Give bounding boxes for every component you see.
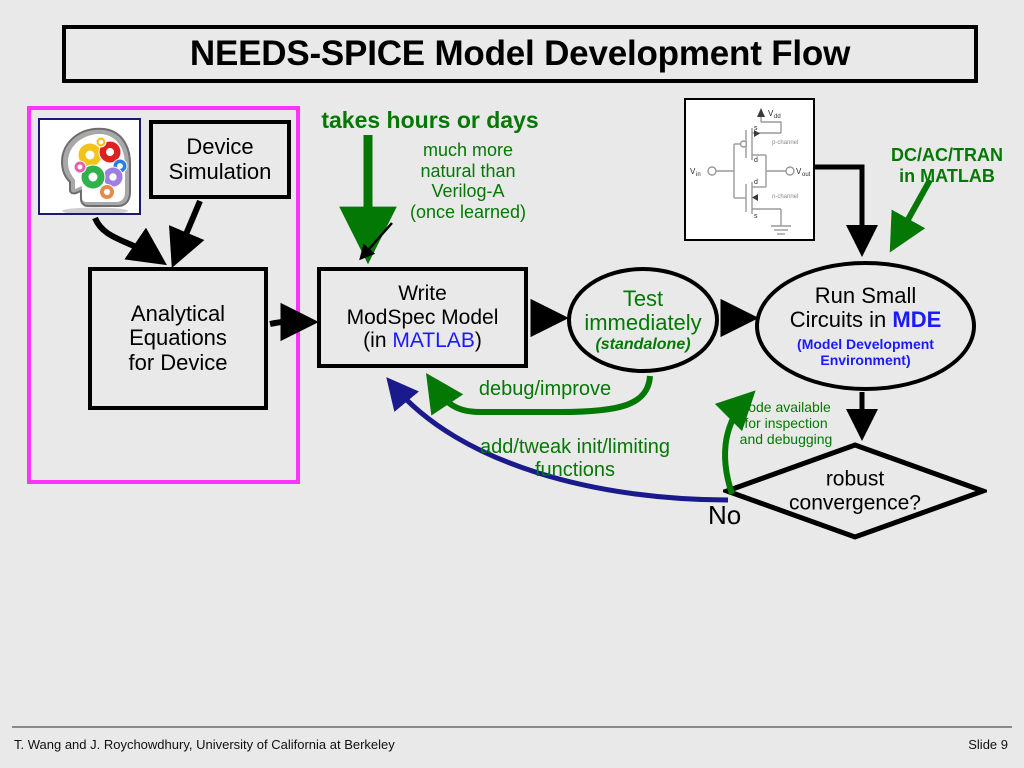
brain-gears-icon <box>40 120 139 213</box>
footer-divider <box>12 726 1012 728</box>
test-immediately-main: Test immediately <box>584 285 702 335</box>
slide-title-box: NEEDS-SPICE Model Development Flow <box>62 25 978 83</box>
circuit-label-s-bot: s <box>754 213 758 220</box>
node-analytical-equations-label: Analytical Equations for Device <box>128 300 228 376</box>
test-standalone-sub: (standalone) <box>595 335 691 353</box>
cmos-inverter-icon: V dd V in V out s d d s p-channel n-chan… <box>686 100 813 239</box>
annotation-add-tweak: add/tweak init/limiting functions <box>479 436 671 481</box>
analytical-line3: for Device <box>128 349 228 375</box>
footer-attribution: T. Wang and J. Roychowdhury, University … <box>14 737 395 752</box>
mde-line2-prefix: Circuits in <box>789 307 893 333</box>
circuit-label-pchannel: p-channel <box>772 140 798 146</box>
annotation-much-more-natural: much more natural than Verilog-A (once l… <box>409 140 527 222</box>
modspec-line3-suffix: ) <box>474 329 482 353</box>
modspec-matlab-highlight: MATLAB <box>392 329 475 353</box>
mde-main-lines: Run Small Circuits in MDE <box>790 284 942 332</box>
node-write-modspec-model[interactable]: Write ModSpec Model (in MATLAB) <box>317 267 528 368</box>
node-analytical-equations[interactable]: Analytical Equations for Device <box>88 267 268 410</box>
decision-label: robust convergence? <box>789 467 921 514</box>
decision-line1: robust <box>825 467 885 491</box>
circuit-label-d-top: d <box>754 157 758 164</box>
annotation-debug-improve: debug/improve <box>478 378 612 400</box>
decision-line2: convergence? <box>789 491 921 514</box>
mde-line1: Run Small <box>814 283 917 309</box>
node-device-simulation[interactable]: Device Simulation <box>149 120 291 199</box>
annotation-takes-hours: takes hours or days <box>321 107 539 133</box>
analytical-line2: Equations <box>129 325 227 351</box>
svg-text:out: out <box>802 172 811 178</box>
modspec-line1: Write <box>398 282 447 306</box>
device-sim-line1: Device <box>186 133 254 159</box>
arrow-circuit-to-mde <box>815 164 879 258</box>
node-write-modspec-label: Write ModSpec Model (in MATLAB) <box>347 282 499 353</box>
cmos-inverter-schematic: V dd V in V out s d d s p-channel n-chan… <box>684 98 815 241</box>
label-no-branch: No <box>708 500 742 530</box>
footer-slide-number: Slide 9 <box>968 737 1008 752</box>
analytical-line1: Analytical <box>130 300 226 326</box>
test-line2: immediately <box>584 309 702 335</box>
modspec-line2: ModSpec Model <box>346 305 499 329</box>
device-sim-line2: Simulation <box>168 158 272 184</box>
modspec-line3-prefix: (in <box>363 329 393 353</box>
arrow-natural-note <box>359 222 393 261</box>
svg-text:in: in <box>696 172 701 178</box>
circuit-label-d-bot: d <box>754 179 758 186</box>
node-device-simulation-label: Device Simulation <box>168 133 272 184</box>
svg-text:dd: dd <box>774 114 781 120</box>
annotation-code-available: code available for inspection and debugg… <box>739 399 833 447</box>
arrow-dcactran <box>889 178 933 253</box>
brain-gears-image <box>38 118 141 215</box>
circuit-label-nchannel: n-channel <box>772 194 798 200</box>
mde-sub-line2: Environment) <box>820 351 911 368</box>
node-robust-convergence-decision[interactable]: robust convergence? <box>719 441 991 541</box>
slide-canvas: NEEDS-SPICE Model Development Flow Devic… <box>0 0 1024 768</box>
circuit-label-s-top: s <box>754 125 758 132</box>
mde-sub-line1: (Model Development <box>797 335 934 352</box>
mde-highlight: MDE <box>892 307 942 333</box>
page-title: NEEDS-SPICE Model Development Flow <box>189 34 851 73</box>
test-line1: Test <box>622 285 664 311</box>
node-test-immediately[interactable]: Test immediately (standalone) <box>567 267 719 373</box>
annotation-dc-ac-tran: DC/AC/TRAN in MATLAB <box>891 145 1003 186</box>
mde-expansion-sub: (Model Development Environment) <box>797 336 934 368</box>
node-run-small-circuits[interactable]: Run Small Circuits in MDE (Model Develop… <box>755 261 976 391</box>
